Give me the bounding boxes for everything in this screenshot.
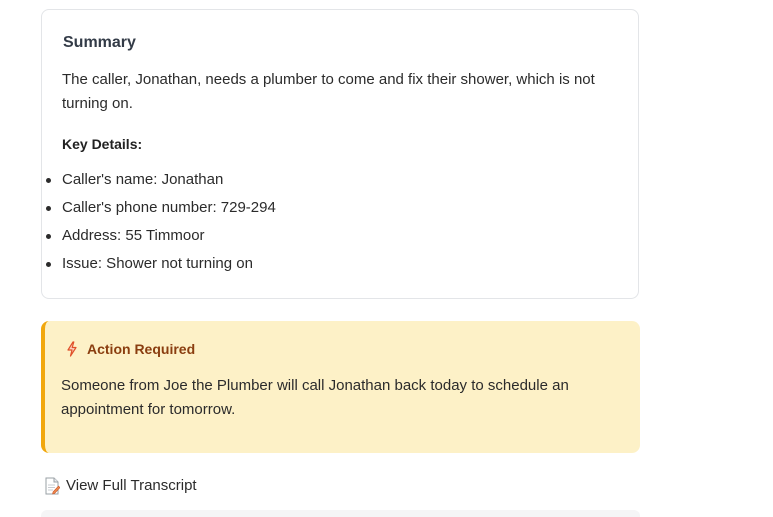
detail-caller-phone: Caller's phone number: 729-294 bbox=[62, 199, 276, 216]
view-full-transcript-label: View Full Transcript bbox=[66, 477, 197, 494]
action-required-card: Action Required Someone from Joe the Plu… bbox=[41, 321, 640, 453]
summary-text: The caller, Jonathan, needs a plumber to… bbox=[62, 71, 595, 112]
list-item: Issue: Shower not turning on bbox=[42, 252, 276, 280]
document-icon bbox=[44, 477, 61, 495]
key-details-list: Caller's name: Jonathan Caller's phone n… bbox=[42, 168, 276, 280]
lightning-bolt-icon bbox=[65, 341, 79, 357]
bullet bbox=[46, 234, 51, 239]
view-full-transcript-link[interactable]: View Full Transcript bbox=[44, 476, 197, 496]
bullet bbox=[46, 206, 51, 211]
summary-title: Summary bbox=[63, 34, 136, 51]
list-item: Caller's phone number: 729-294 bbox=[42, 196, 276, 224]
list-item: Caller's name: Jonathan bbox=[42, 168, 276, 196]
key-details-label: Key Details: bbox=[62, 136, 143, 152]
action-required-header: Action Required bbox=[65, 340, 195, 358]
summary-card: Summary The caller, Jonathan, needs a pl… bbox=[41, 9, 639, 299]
detail-issue: Issue: Shower not turning on bbox=[62, 255, 253, 272]
detail-address: Address: 55 Timmoor bbox=[62, 227, 205, 244]
action-required-title: Action Required bbox=[87, 341, 196, 357]
call-summary-page: Summary The caller, Jonathan, needs a pl… bbox=[0, 0, 773, 517]
list-item: Address: 55 Timmoor bbox=[42, 224, 276, 252]
detail-caller-name: Caller's name: Jonathan bbox=[62, 171, 224, 188]
bullet bbox=[46, 178, 51, 183]
action-required-text: Someone from Joe the Plumber will call J… bbox=[61, 377, 569, 418]
bullet bbox=[46, 262, 51, 267]
transcript-panel-edge bbox=[41, 510, 640, 517]
